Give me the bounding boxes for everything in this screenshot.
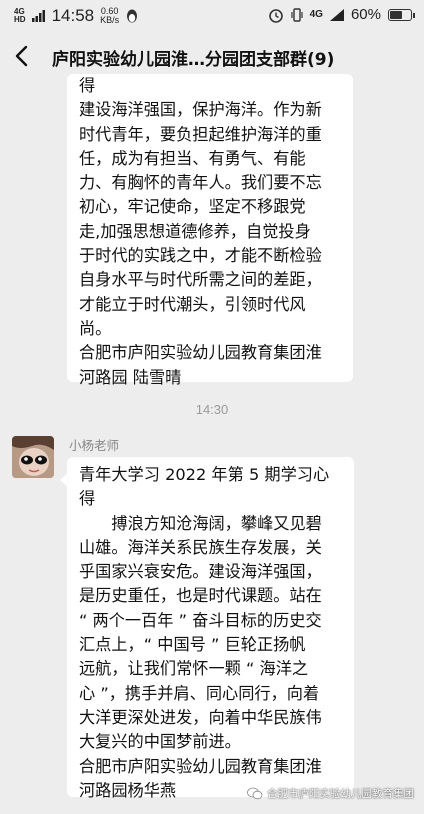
- message-bubble[interactable]: 得 建设海洋强国，保护海洋。作为新 时代青年，要负担起维护海洋的重 任，成为有担…: [67, 74, 353, 387]
- message-line: 建设海洋强国，保护海洋。作为新: [79, 100, 322, 120]
- message-timestamp: 14:30: [195, 402, 229, 417]
- clock: 14:58: [51, 6, 95, 25]
- network-type-label: 4G: [309, 9, 323, 20]
- signal-label: HD: [14, 15, 26, 24]
- message-line: 山雄。海洋关系民族生存发展，关: [79, 537, 322, 557]
- message-line: 尚。: [79, 318, 112, 338]
- status-right: 4G 60%: [268, 6, 415, 23]
- signal-icon: [31, 10, 45, 22]
- message-line: 河路园 陆雪晴: [79, 367, 182, 387]
- back-arrow-icon[interactable]: [10, 42, 36, 70]
- message-line: 心 ”，携手并肩、同心同行，向着: [79, 683, 320, 703]
- status-left: 4G HD 14:58 0.60 KB/s: [14, 6, 139, 26]
- message-line: 才能立于时代潮头，引领时代风: [79, 294, 306, 314]
- message-line: 合肥市庐阳实验幼儿园教育集团淮: [79, 343, 322, 363]
- message-line: 大复兴的中国梦前进。: [79, 732, 241, 752]
- message-line: 大洋更深处进发，向着中华民族伟: [79, 707, 322, 727]
- message-line: 汇点上，“ 中国号 ” 巨轮正扬帆: [79, 635, 306, 655]
- message-line: 任，成为有担当、有勇气、有能: [79, 148, 306, 168]
- message-bubble[interactable]: 青年大学习 2022 年第 5 期学习心 得 搏浪方知沧海阔，攀峰又见碧 山雄。…: [60, 457, 354, 800]
- message-line: 得: [79, 489, 96, 509]
- message-line: 力、有胸怀的青年人。我们要不忘: [79, 173, 322, 193]
- watermark: 合肥市庐阳实验幼儿园教育集团: [247, 786, 414, 801]
- message-line: 合肥市庐阳实验幼儿园教育集团淮: [79, 756, 322, 776]
- avatar[interactable]: [12, 436, 54, 478]
- message-line: 得: [79, 76, 96, 95]
- chat-title[interactable]: 庐阳实验幼儿园淮…分园团支部群(9): [52, 45, 334, 70]
- vibrate-icon: [291, 7, 303, 22]
- message-line: 远航，让我们常怀一颗 “ 海洋之: [79, 659, 309, 679]
- speed-unit: KB/s: [100, 15, 120, 25]
- battery-percent: 60%: [350, 6, 381, 23]
- wechat-icon: [247, 787, 263, 800]
- message-line: 是历史重任，也是时代课题。站在: [79, 586, 322, 606]
- qq-penguin-icon: [127, 9, 138, 23]
- network-indicator: 4G HD: [14, 8, 26, 24]
- avatar-image: [12, 436, 54, 478]
- cellular-signal-icon: [329, 8, 344, 21]
- message-line: 走,加强思想道德修养，自觉投身: [79, 221, 311, 241]
- alarm-icon: [268, 8, 283, 23]
- message-line: 于时代的实践之中，才能不断检验: [79, 246, 322, 266]
- status-bar: 4G HD 14:58 0.60 KB/s 4G 60%: [0, 0, 424, 30]
- message-line: 乎国家兴衰安危。建设海洋强国，: [79, 562, 322, 582]
- sender-name: 小杨老师: [69, 438, 120, 453]
- message-line: 自身水平与时代所需之间的差距，: [79, 270, 322, 290]
- network-speed: 0.60 KB/s: [100, 7, 119, 25]
- message-line: “ 两个一百年 ” 奋斗目标的历史交: [79, 610, 322, 630]
- message-line: 时代青年，要负担起维护海洋的重: [79, 124, 322, 144]
- battery-fill: [390, 10, 402, 19]
- battery-icon: [388, 8, 415, 21]
- message-line: 青年大学习 2022 年第 5 期学习心: [79, 465, 330, 484]
- watermark-text: 合肥市庐阳实验幼儿园教育集团: [267, 788, 414, 800]
- message-line: 搏浪方知沧海阔，攀峰又见碧: [111, 513, 322, 533]
- message-line: 初心，牢记使命，坚定不移跟党: [79, 197, 306, 217]
